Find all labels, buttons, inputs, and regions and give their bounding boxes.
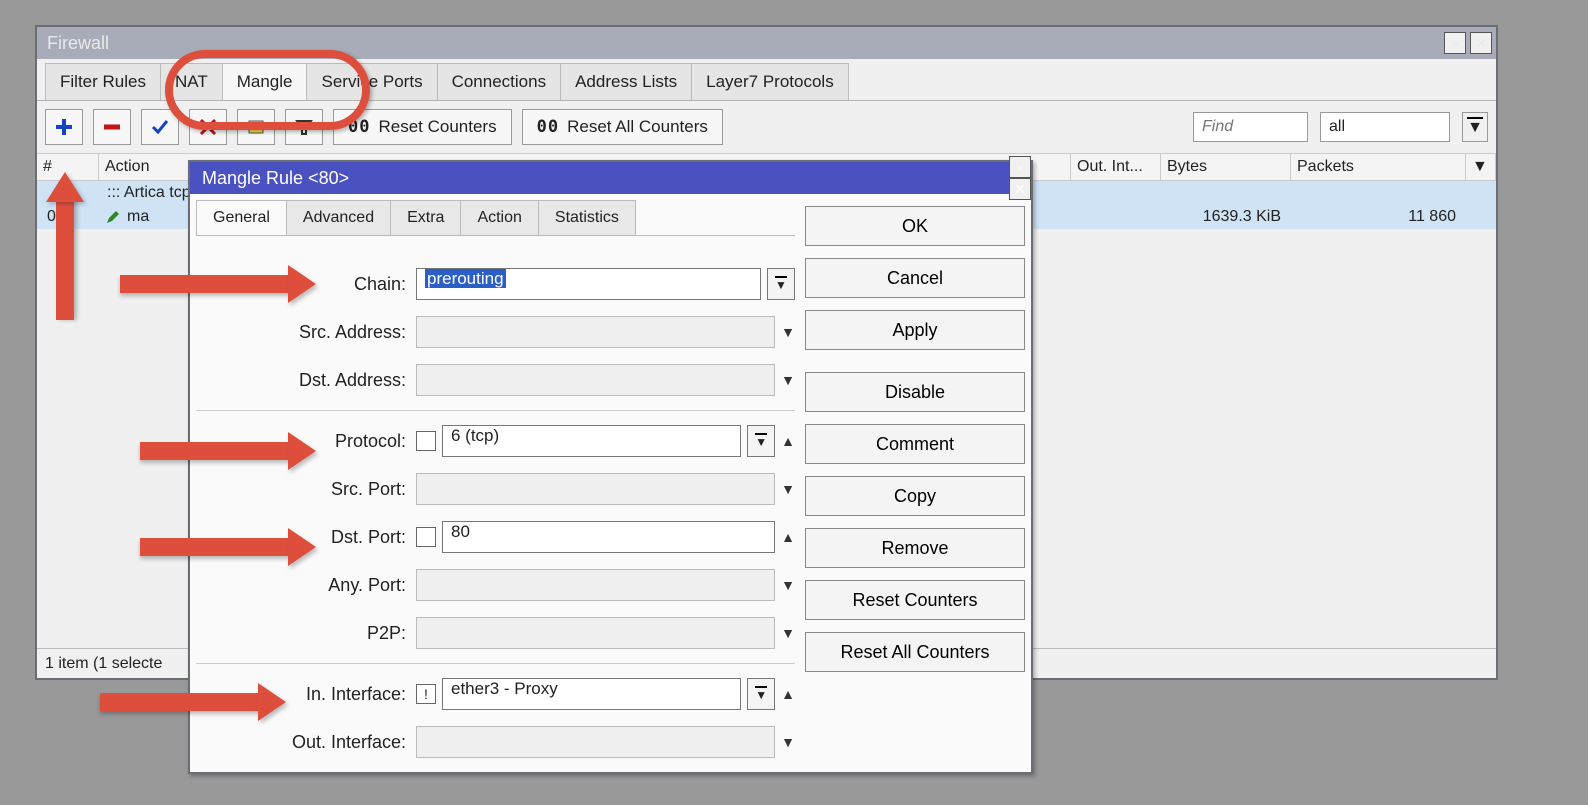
collapse-icon[interactable]: ▲	[781, 686, 795, 702]
cell-bytes: 1639.3 KiB	[1161, 208, 1291, 226]
window-min-icon[interactable]: ▫	[1444, 32, 1466, 54]
tab-filter-rules[interactable]: Filter Rules	[45, 63, 161, 100]
remove-button[interactable]	[93, 109, 131, 145]
search-input[interactable]	[1193, 112, 1308, 142]
expand-icon[interactable]: ▼	[781, 324, 795, 340]
input-out-interface[interactable]	[416, 726, 775, 758]
input-dst-port[interactable]: 80	[442, 521, 775, 553]
disable-button[interactable]: Disable	[805, 372, 1025, 412]
dlg-tab-general[interactable]: General	[196, 200, 287, 235]
add-button[interactable]	[45, 109, 83, 145]
input-any-port[interactable]	[416, 569, 775, 601]
copy-button[interactable]: Copy	[805, 476, 1025, 516]
expand-icon[interactable]: ▼	[781, 372, 795, 388]
tabbar: Filter Rules NAT Mangle Service Ports Co…	[37, 59, 1496, 101]
comment-button[interactable]: Comment	[805, 424, 1025, 464]
reset-all-counters-button[interactable]: Reset All Counters	[805, 632, 1025, 672]
remove-button[interactable]: Remove	[805, 528, 1025, 568]
th-out[interactable]: Out. Int...	[1071, 154, 1161, 180]
input-chain[interactable]: prerouting	[416, 268, 761, 300]
pencil-icon	[105, 209, 121, 225]
dialog-min-icon[interactable]: ▫	[1009, 156, 1031, 178]
annotation-arrow-up	[56, 200, 74, 320]
tab-layer7[interactable]: Layer7 Protocols	[691, 63, 849, 100]
in-interface-invert-checkbox[interactable]: !	[416, 684, 436, 704]
reset-counters-button[interactable]: Reset Counters	[805, 580, 1025, 620]
label-src-address: Src. Address:	[196, 322, 416, 343]
in-interface-dropdown-icon[interactable]: ▼	[747, 678, 775, 710]
protocol-invert-checkbox[interactable]	[416, 431, 436, 451]
reset-all-counters-label: Reset All Counters	[567, 117, 708, 137]
dialog-titlebar: Mangle Rule <80> ▫ ✕	[190, 162, 1031, 194]
th-more[interactable]: ▼	[1466, 154, 1496, 180]
dlg-tab-advanced[interactable]: Advanced	[286, 200, 391, 235]
dlg-tab-statistics[interactable]: Statistics	[538, 200, 636, 235]
annotation-arrow-protocol	[140, 442, 290, 460]
expand-icon[interactable]: ▼	[781, 734, 795, 750]
input-src-port[interactable]	[416, 473, 775, 505]
filter-dropdown-icon[interactable]: ▼	[1462, 112, 1488, 142]
dialog-tabs: General Advanced Extra Action Statistics	[196, 200, 795, 236]
protocol-dropdown-icon[interactable]: ▼	[747, 425, 775, 457]
dialog-buttons: OK Cancel Apply Disable Comment Copy Rem…	[805, 200, 1025, 766]
th-packets[interactable]: Packets	[1291, 154, 1466, 180]
dialog-title: Mangle Rule <80>	[202, 168, 349, 189]
tab-mangle[interactable]: Mangle	[222, 63, 308, 100]
cell-action-text: ma	[127, 208, 149, 226]
chain-dropdown-icon[interactable]: ▼	[767, 268, 795, 300]
label-src-port: Src. Port:	[196, 479, 416, 500]
dst-port-invert-checkbox[interactable]	[416, 527, 436, 547]
annotation-arrow-in-if	[100, 693, 260, 711]
annotation-arrow-chain	[120, 275, 290, 293]
reset-counters-label: Reset Counters	[378, 117, 496, 137]
window-close-icon[interactable]: ✕	[1470, 32, 1492, 54]
dlg-tab-extra[interactable]: Extra	[390, 200, 461, 235]
dialog-close-icon[interactable]: ✕	[1009, 178, 1031, 200]
label-out-interface: Out. Interface:	[196, 732, 416, 753]
input-protocol[interactable]: 6 (tcp)	[442, 425, 741, 457]
label-p2p: P2P:	[196, 623, 416, 644]
expand-icon[interactable]: ▼	[781, 481, 795, 497]
cell-packets: 11 860	[1291, 208, 1466, 226]
window-title: Firewall	[47, 33, 109, 54]
th-bytes[interactable]: Bytes	[1161, 154, 1291, 180]
expand-icon[interactable]: ▼	[781, 625, 795, 641]
label-any-port: Any. Port:	[196, 575, 416, 596]
input-in-interface[interactable]: ether3 - Proxy	[442, 678, 741, 710]
input-src-address[interactable]	[416, 316, 775, 348]
collapse-icon[interactable]: ▲	[781, 529, 795, 545]
cancel-button[interactable]: Cancel	[805, 258, 1025, 298]
expand-icon[interactable]: ▼	[781, 577, 795, 593]
ok-button[interactable]: OK	[805, 206, 1025, 246]
apply-button[interactable]: Apply	[805, 310, 1025, 350]
tab-connections[interactable]: Connections	[437, 63, 562, 100]
dlg-tab-action[interactable]: Action	[460, 200, 538, 235]
reset-all-counters-button[interactable]: 00Reset All Counters	[522, 109, 723, 145]
filter-select[interactable]: all	[1320, 112, 1450, 142]
annotation-arrow-dst-port	[140, 538, 290, 556]
collapse-icon[interactable]: ▲	[781, 433, 795, 449]
input-p2p[interactable]	[416, 617, 775, 649]
label-dst-address: Dst. Address:	[196, 370, 416, 391]
tab-address-lists[interactable]: Address Lists	[560, 63, 692, 100]
input-dst-address[interactable]	[416, 364, 775, 396]
